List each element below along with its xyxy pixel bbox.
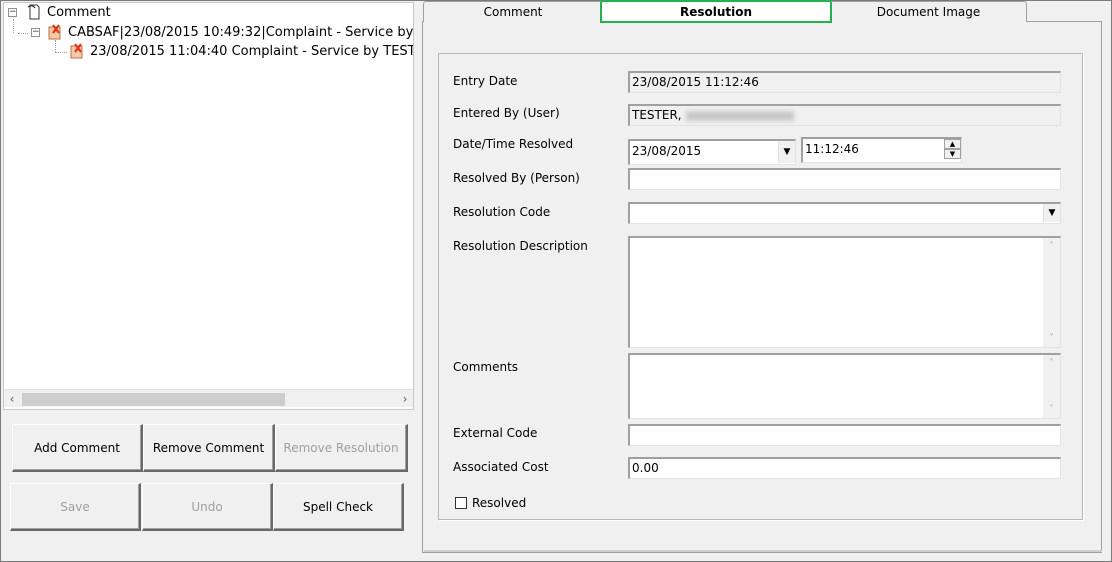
resolution-code-label: Resolution Code <box>453 205 551 219</box>
add-comment-button[interactable]: Add Comment <box>12 424 143 472</box>
tab-resolution[interactable]: Resolution <box>600 0 832 23</box>
scroll-left-icon[interactable]: ‹ <box>4 391 20 407</box>
resolution-code-select[interactable]: ▼ <box>628 202 1061 224</box>
chevron-down-icon[interactable]: ▼ <box>1043 204 1060 222</box>
external-code-label: External Code <box>453 426 538 440</box>
calendar-dropdown-icon[interactable]: ▼ <box>778 141 795 163</box>
tree-item-label[interactable]: CABSAF|23/08/2015 10:49:32|Complaint - S… <box>68 24 413 42</box>
scroll-up-icon[interactable]: ˄ <box>1043 358 1060 369</box>
entry-date-field: 23/08/2015 11:12:46 <box>628 71 1061 93</box>
scroll-down-icon[interactable]: ˅ <box>1043 333 1060 344</box>
collapse-root-icon[interactable]: − <box>8 8 17 17</box>
time-resolved-input[interactable]: 11:12:46 ▲ ▼ <box>801 137 962 163</box>
scroll-thumb[interactable] <box>22 393 285 406</box>
complaint-icon <box>48 24 61 40</box>
entered-by-value: TESTER, <box>632 108 682 122</box>
tab-document-image[interactable]: Document Image <box>830 1 1027 22</box>
associated-cost-input[interactable]: 0.00 <box>628 457 1061 479</box>
remove-comment-button[interactable]: Remove Comment <box>143 424 275 472</box>
horizontal-scrollbar[interactable]: ‹ › <box>4 389 413 407</box>
date-resolved-value: 23/08/2015 <box>632 144 702 158</box>
comment-tree[interactable]: − Comment − CABSAF|23/08/2015 10:49:32|C… <box>3 2 414 410</box>
document-icon <box>27 4 40 20</box>
textarea-scrollbar[interactable]: ˄ ˅ <box>1043 238 1060 347</box>
entry-date-label: Entry Date <box>453 74 518 88</box>
associated-cost-label: Associated Cost <box>453 460 549 474</box>
tree-item-label[interactable]: 23/08/2015 11:04:40 Complaint - Service … <box>90 43 413 61</box>
external-code-input[interactable] <box>628 424 1061 446</box>
comments-textarea[interactable]: ˄ ˅ <box>628 353 1061 419</box>
tab-comment[interactable]: Comment <box>423 1 603 22</box>
comments-label: Comments <box>453 360 519 374</box>
remove-resolution-button[interactable]: Remove Resolution <box>275 424 408 472</box>
tree-root-label[interactable]: Comment <box>47 4 111 22</box>
save-button[interactable]: Save <box>10 483 141 531</box>
datetime-resolved-label: Date/Time Resolved <box>453 137 574 151</box>
scroll-right-icon[interactable]: › <box>397 391 413 407</box>
scroll-up-icon[interactable]: ˄ <box>1043 241 1060 252</box>
resolved-by-label: Resolved By (Person) <box>453 171 580 185</box>
time-spinner[interactable]: ▲ ▼ <box>944 139 961 161</box>
spin-down-icon[interactable]: ▼ <box>944 149 961 159</box>
textarea-scrollbar[interactable]: ˄ ˅ <box>1043 355 1060 418</box>
entered-by-label: Entered By (User) <box>453 106 560 120</box>
scroll-down-icon[interactable]: ˅ <box>1043 404 1060 415</box>
complaint-icon <box>70 43 83 59</box>
spin-up-icon[interactable]: ▲ <box>944 139 961 149</box>
resolved-label: Resolved <box>472 496 527 510</box>
spell-check-button[interactable]: Spell Check <box>273 483 404 531</box>
date-resolved-picker[interactable]: 23/08/2015 ▼ <box>628 139 796 165</box>
time-resolved-value: 11:12:46 <box>805 142 859 156</box>
resolved-by-input[interactable] <box>628 168 1061 190</box>
undo-button[interactable]: Undo <box>142 483 273 531</box>
resolved-checkbox[interactable] <box>455 497 467 509</box>
resolution-description-label: Resolution Description <box>453 239 588 253</box>
resolution-description-textarea[interactable]: ˄ ˅ <box>628 236 1061 348</box>
entered-by-field: TESTER, <box>628 104 1061 126</box>
collapse-item-icon[interactable]: − <box>31 28 40 37</box>
redacted-name <box>685 110 794 121</box>
